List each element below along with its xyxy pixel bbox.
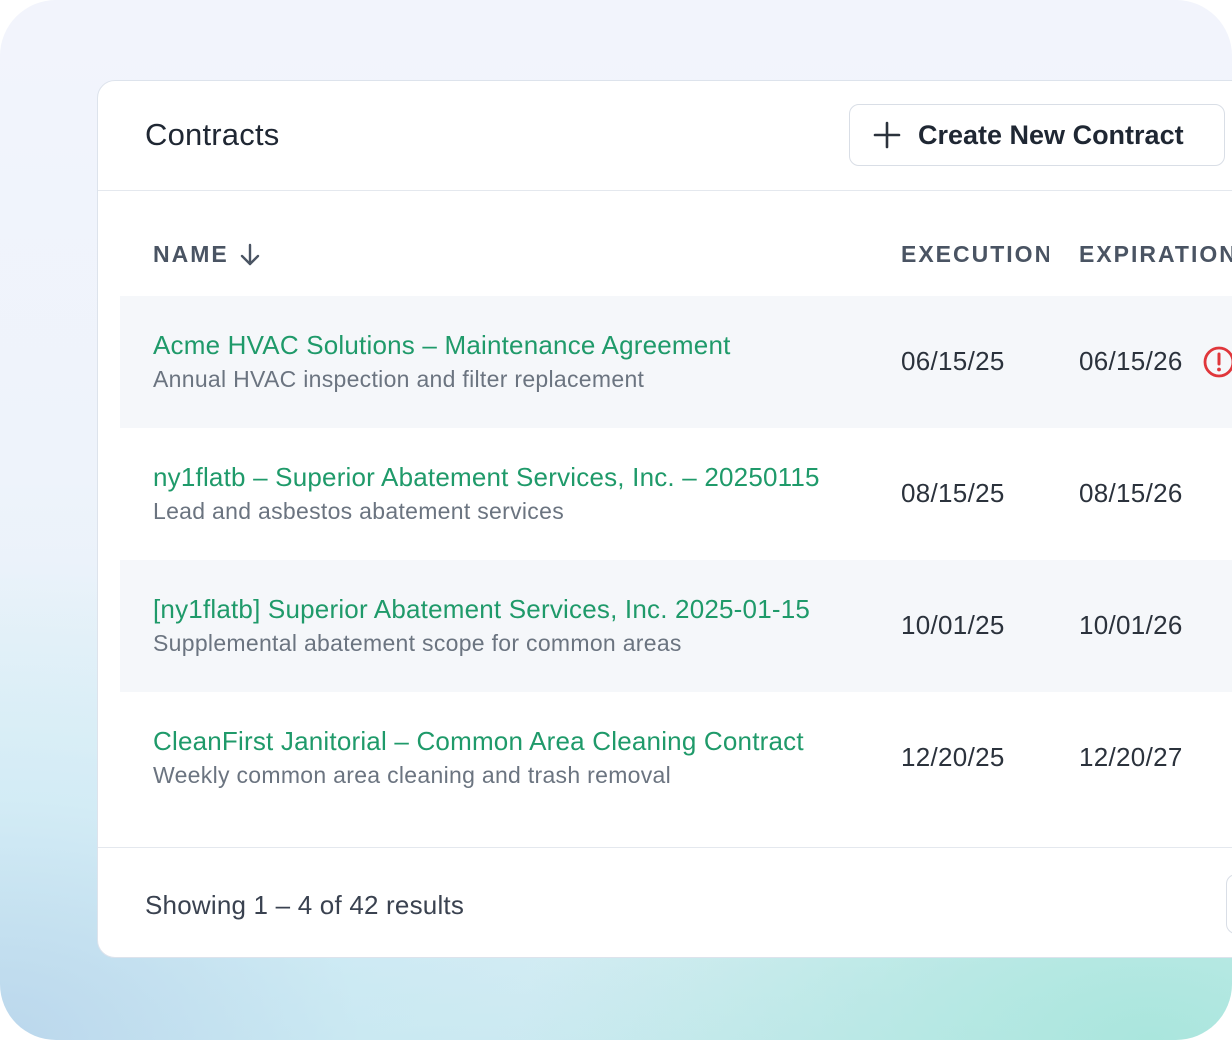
expiration-date: 12/20/27: [1079, 742, 1183, 772]
column-header-execution[interactable]: EXECUTION: [901, 241, 1049, 268]
expiration-date: 10/01/26: [1079, 610, 1183, 640]
results-count: Showing 1 – 4 of 42 results: [145, 890, 465, 920]
column-header-expiration[interactable]: EXPIRATION: [1079, 241, 1232, 268]
execution-date: 06/15/25: [901, 346, 1005, 376]
execution-date: 12/20/25: [901, 742, 1005, 772]
execution-date: 08/15/25: [901, 478, 1005, 508]
contract-description: Supplemental abatement scope for common …: [153, 630, 682, 656]
execution-date: 10/01/25: [901, 610, 1005, 640]
table-row[interactable]: CleanFirst Janitorial – Common Area Clea…: [120, 692, 1232, 824]
column-header-name-label: NAME: [153, 241, 229, 267]
table-row[interactable]: ny1flatb – Superior Abatement Services, …: [120, 428, 1232, 560]
column-header-name[interactable]: NAME: [153, 241, 261, 268]
create-new-contract-button[interactable]: Create New Contract: [849, 104, 1225, 166]
contract-name-link[interactable]: CleanFirst Janitorial – Common Area Clea…: [153, 726, 804, 757]
table-row[interactable]: Acme HVAC Solutions – Maintenance Agreem…: [120, 296, 1232, 428]
contract-name-link[interactable]: ny1flatb – Superior Abatement Services, …: [153, 462, 820, 493]
pagination-button[interactable]: [1226, 874, 1232, 934]
plus-icon: [872, 120, 902, 150]
contract-name-link[interactable]: [ny1flatb] Superior Abatement Services, …: [153, 594, 810, 625]
table-row[interactable]: [ny1flatb] Superior Abatement Services, …: [120, 560, 1232, 692]
expiration-date: 08/15/26: [1079, 478, 1183, 508]
expiration-date: 06/15/26: [1079, 346, 1183, 376]
alert-circle-icon[interactable]: [1202, 345, 1232, 379]
contract-description: Lead and asbestos abatement services: [153, 498, 564, 524]
contracts-card: Contracts Create New Contract NAME EXECU…: [97, 80, 1232, 958]
create-new-contract-label: Create New Contract: [918, 119, 1184, 150]
page-title: Contracts: [145, 117, 280, 152]
contract-name-link[interactable]: Acme HVAC Solutions – Maintenance Agreem…: [153, 330, 731, 361]
contract-description: Annual HVAC inspection and filter replac…: [153, 366, 645, 392]
sort-arrow-down-icon: [239, 243, 261, 267]
contract-description: Weekly common area cleaning and trash re…: [153, 762, 672, 788]
card-footer: Showing 1 – 4 of 42 results: [98, 847, 1232, 957]
card-header: Contracts Create New Contract: [98, 81, 1232, 191]
